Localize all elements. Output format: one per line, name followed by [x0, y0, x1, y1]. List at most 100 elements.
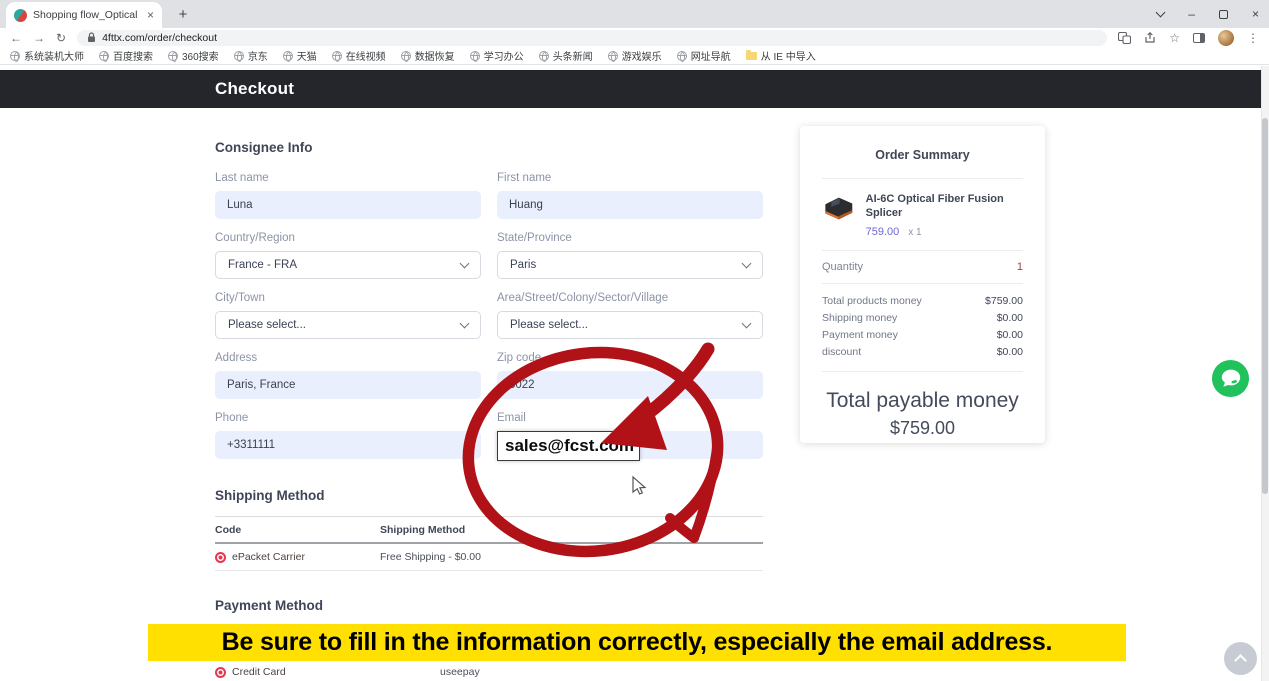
tab-strip: Shopping flow_Optical Fiber F × + – ×	[0, 0, 1269, 28]
field-label: Email	[497, 412, 763, 424]
shipping-heading: Shipping Method	[215, 488, 324, 503]
field-phone: Phone +3311111	[215, 412, 481, 459]
shipping-row[interactable]: ePacket Carrier Free Shipping - $0.00	[215, 544, 763, 571]
consignee-form: Last name Luna First name Huang Country/…	[215, 172, 763, 459]
bookmark-item[interactable]: 天猫	[283, 48, 317, 63]
product-row: AI-6C Optical Fiber Fusion Splicer 759.0…	[822, 179, 1023, 250]
bookmark-item[interactable]: 京东	[234, 48, 268, 63]
translate-icon[interactable]	[1118, 32, 1131, 44]
globe-icon	[283, 51, 293, 61]
bookmark-item[interactable]: 数据恢复	[401, 48, 455, 63]
forward-icon[interactable]: →	[33, 32, 45, 44]
screenshot-stage: Shopping flow_Optical Fiber F × + – × ← …	[0, 0, 1269, 681]
menu-icon[interactable]: ⋮	[1247, 32, 1259, 44]
scrollbar-track[interactable]	[1261, 66, 1269, 681]
tab-title: Shopping flow_Optical Fiber F	[33, 9, 141, 21]
totals-block: Total products money $759.00 Shipping mo…	[822, 284, 1023, 371]
chat-button[interactable]	[1212, 360, 1249, 397]
bookmark-item[interactable]: 百度搜索	[99, 48, 153, 63]
new-tab-button[interactable]: +	[172, 3, 194, 25]
total-line: Shipping money $0.00	[822, 310, 1023, 327]
share-icon[interactable]	[1144, 32, 1156, 44]
col-code: Code	[215, 524, 380, 536]
total-payable-label: Total payable money	[822, 389, 1023, 413]
payment-heading: Payment Method	[215, 598, 323, 613]
tab-close-icon[interactable]: ×	[147, 9, 154, 21]
chevron-down-icon	[742, 258, 752, 268]
quantity-value: 1	[1017, 261, 1023, 273]
lock-icon	[87, 32, 96, 43]
folder-icon	[746, 52, 757, 60]
bookmark-item[interactable]: 360搜索	[168, 48, 219, 63]
field-city: City/Town Please select...	[215, 292, 481, 339]
bookmark-item-import-ie[interactable]: 从 IE 中导入	[746, 48, 816, 63]
bookmark-item[interactable]: 系统装机大师	[10, 48, 84, 63]
shipping-table-header: Code Shipping Method	[215, 517, 763, 544]
chevron-down-icon	[460, 318, 470, 328]
total-line: Total products money $759.00	[822, 293, 1023, 310]
country-select[interactable]: France - FRA	[215, 251, 481, 279]
field-address: Address Paris, France	[215, 352, 481, 399]
field-last-name: Last name Luna	[215, 172, 481, 219]
page-header: Checkout	[0, 70, 1261, 108]
window-minimize-icon[interactable]: –	[1188, 7, 1195, 21]
bookmark-item[interactable]: 在线视频	[332, 48, 386, 63]
field-label: First name	[497, 172, 763, 184]
bookmark-item[interactable]: 游戏娱乐	[608, 48, 662, 63]
bookmark-item[interactable]: 头条新闻	[539, 48, 593, 63]
city-select[interactable]: Please select...	[215, 311, 481, 339]
payment-method-value: useepay	[440, 666, 480, 678]
scroll-to-top-button[interactable]	[1224, 642, 1257, 675]
globe-icon	[10, 51, 20, 61]
bookmark-item[interactable]: 网址导航	[677, 48, 731, 63]
product-qty: x 1	[908, 227, 921, 238]
bookmark-item[interactable]: 学习办公	[470, 48, 524, 63]
field-zip: Zip code 5022	[497, 352, 763, 399]
site-favicon-icon	[14, 9, 27, 22]
field-label: Area/Street/Colony/Sector/Village	[497, 292, 763, 304]
field-country: Country/Region France - FRA	[215, 232, 481, 279]
payment-code: Credit Card	[232, 666, 286, 678]
globe-icon	[470, 51, 480, 61]
globe-icon	[608, 51, 618, 61]
first-name-input[interactable]: Huang	[497, 191, 763, 219]
window-maximize-icon[interactable]	[1219, 10, 1228, 19]
url-omnibox[interactable]: 4fttx.com/order/checkout	[77, 30, 1107, 46]
browser-tab[interactable]: Shopping flow_Optical Fiber F ×	[6, 2, 162, 28]
globe-icon	[539, 51, 549, 61]
area-select[interactable]: Please select...	[497, 311, 763, 339]
field-email: Email sales@fcst.com	[497, 412, 763, 459]
window-chevron-icon[interactable]	[1156, 7, 1166, 17]
back-icon[interactable]: ←	[10, 32, 22, 44]
zip-code-input[interactable]: 5022	[497, 371, 763, 399]
payment-row[interactable]: Credit Card useepay	[215, 666, 763, 678]
state-select[interactable]: Paris	[497, 251, 763, 279]
radio-selected-icon[interactable]	[215, 552, 226, 563]
address-input[interactable]: Paris, France	[215, 371, 481, 399]
url-text: 4fttx.com/order/checkout	[102, 32, 217, 44]
chevron-up-icon	[1234, 654, 1247, 667]
field-state: State/Province Paris	[497, 232, 763, 279]
chat-icon	[1212, 360, 1249, 397]
product-price: 759.00	[866, 226, 900, 238]
bookmark-star-icon[interactable]: ☆	[1169, 32, 1180, 44]
field-label: Country/Region	[215, 232, 481, 244]
field-label: Last name	[215, 172, 481, 184]
last-name-input[interactable]: Luna	[215, 191, 481, 219]
globe-icon	[168, 51, 178, 61]
profile-avatar[interactable]	[1218, 30, 1234, 46]
globe-icon	[401, 51, 411, 61]
bookmarks-bar: 系统装机大师 百度搜索 360搜索 京东 天猫 在线视频 数据恢复 学习办公 头…	[0, 47, 1269, 65]
window-close-icon[interactable]: ×	[1252, 7, 1259, 21]
side-panel-icon[interactable]	[1193, 33, 1205, 43]
field-label: Phone	[215, 412, 481, 424]
order-summary-title: Order Summary	[822, 148, 1023, 178]
radio-selected-icon[interactable]	[215, 667, 226, 678]
shipping-method-value: Free Shipping - $0.00	[380, 551, 481, 563]
subtitle-banner: Be sure to fill in the information corre…	[148, 624, 1126, 661]
address-bar-actions: ☆ ⋮	[1118, 30, 1259, 46]
email-highlight-value[interactable]: sales@fcst.com	[497, 431, 640, 461]
phone-input[interactable]: +3311111	[215, 431, 481, 459]
scrollbar-thumb[interactable]	[1262, 118, 1268, 494]
reload-icon[interactable]: ↻	[56, 32, 66, 44]
